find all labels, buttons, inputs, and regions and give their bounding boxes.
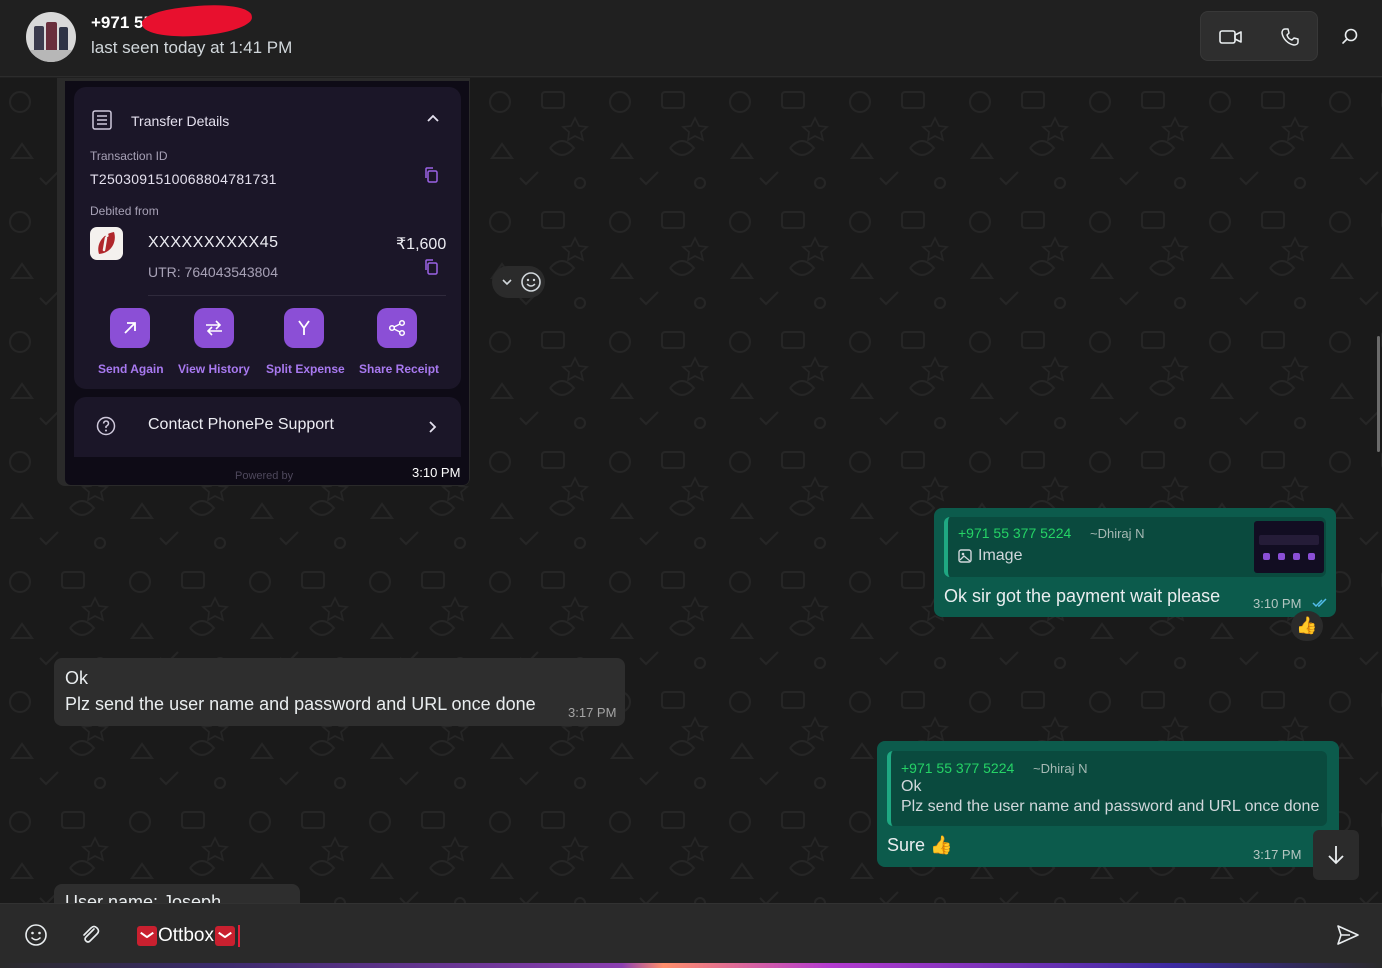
quoted-sender-number: +971 55 377 5224 — [958, 525, 1072, 541]
image-message[interactable]: Transfer Details Transaction ID T2503091… — [57, 78, 470, 486]
send-icon — [1337, 925, 1359, 945]
split-icon — [298, 320, 310, 335]
call-button-group — [1200, 11, 1318, 61]
contact-support-label: Contact PhonePe Support — [148, 416, 334, 433]
message-text: Ok sir got the payment wait please — [944, 586, 1221, 606]
message-input[interactable]: Ottbox — [136, 925, 240, 947]
transaction-id-label: Transaction ID — [90, 149, 168, 163]
redaction-mark — [140, 0, 254, 42]
incoming-message[interactable]: Ok Plz send the user name and password a… — [54, 658, 625, 726]
split-expense-action — [284, 308, 324, 348]
message-time: 3:17 PM — [1253, 847, 1302, 862]
copy-icon — [425, 167, 438, 183]
incoming-message[interactable]: User name: Joseph — [54, 884, 300, 903]
search-icon — [1342, 28, 1358, 44]
video-camera-icon — [1218, 30, 1242, 44]
message-text-line-2: Plz send the user name and password and … — [65, 694, 536, 714]
reaction-badge[interactable]: 👍 — [1291, 611, 1323, 641]
split-expense-label: Split Expense — [266, 362, 345, 376]
quoted-text-line-1: Ok — [901, 778, 922, 795]
double-check-icon — [1312, 598, 1327, 608]
message-time: 3:10 PM — [412, 465, 461, 480]
chevron-up-icon — [427, 114, 439, 122]
quoted-text-line-2: Plz send the user name and password and … — [901, 798, 1320, 815]
quoted-sender-name: ~Dhiraj N — [1090, 526, 1145, 541]
chevron-down-icon[interactable] — [502, 278, 512, 286]
scrollbar[interactable] — [1377, 336, 1380, 452]
emoji-react-icon[interactable] — [520, 271, 542, 293]
swap-arrows-icon — [206, 320, 222, 336]
transfer-details-title: Transfer Details — [131, 113, 230, 129]
message-text: User name: Joseph — [65, 892, 222, 903]
video-call-button[interactable] — [1201, 12, 1260, 62]
bank-logo-icon — [90, 227, 123, 260]
angry-emoji-icon — [137, 926, 157, 946]
voice-call-button[interactable] — [1260, 12, 1319, 62]
transfer-details-card: Transfer Details Transaction ID T2503091… — [74, 87, 461, 389]
message-time: 3:17 PM — [568, 705, 617, 720]
message-time: 3:10 PM — [1253, 596, 1302, 611]
attach-button[interactable] — [77, 922, 103, 948]
view-history-label: View History — [178, 362, 250, 376]
share-icon — [388, 319, 406, 337]
send-again-action — [110, 308, 150, 348]
taskbar-glow — [0, 963, 1382, 968]
utr-number: UTR: 764043543804 — [148, 264, 278, 280]
view-history-action — [194, 308, 234, 348]
quoted-sender-name: ~Dhiraj N — [1033, 761, 1088, 776]
quoted-sender-number: +971 55 377 5224 — [901, 760, 1015, 776]
debited-from-label: Debited from — [90, 204, 159, 218]
account-number: XXXXXXXXXX45 — [148, 234, 279, 251]
share-receipt-label: Share Receipt — [359, 362, 440, 376]
help-circle-icon — [96, 416, 116, 436]
angry-emoji-icon — [214, 926, 235, 946]
message-text-line-1: Ok — [65, 668, 89, 688]
payment-screenshot[interactable]: Transfer Details Transaction ID T2503091… — [65, 81, 469, 485]
image-icon — [958, 549, 972, 563]
scroll-to-bottom-button[interactable] — [1313, 830, 1359, 880]
contact-support-row: Contact PhonePe Support — [74, 397, 461, 457]
chat-header: +971 55 last seen today at 1:41 PM — [0, 0, 1382, 77]
message-input-text: Ottbox — [158, 925, 214, 946]
send-again-label: Send Again — [98, 362, 164, 376]
share-receipt-action — [377, 308, 417, 348]
copy-icon — [425, 259, 438, 275]
amount: ₹1,600 — [396, 236, 447, 253]
quoted-image-thumbnail — [1254, 521, 1324, 573]
quoted-message[interactable]: +971 55 377 5224 ~Dhiraj N Image — [944, 517, 1326, 577]
message-text: Sure 👍 — [887, 835, 953, 855]
send-button[interactable] — [1335, 922, 1361, 948]
paperclip-icon — [83, 925, 100, 943]
outgoing-message[interactable]: +971 55 377 5224 ~Dhiraj N Image Ok sir … — [934, 508, 1336, 617]
quoted-text: Image — [978, 547, 1023, 564]
phone-icon — [1280, 28, 1299, 46]
list-icon — [92, 110, 112, 130]
arrow-up-right-icon — [124, 322, 136, 334]
text-caret — [237, 925, 240, 947]
divider — [148, 295, 446, 296]
search-button[interactable] — [1332, 18, 1368, 54]
emoji-icon — [25, 924, 47, 946]
outgoing-message[interactable]: +971 55 377 5224 ~Dhiraj N Ok Plz send t… — [877, 741, 1339, 867]
last-seen-status: last seen today at 1:41 PM — [91, 38, 293, 57]
emoji-button[interactable] — [23, 922, 49, 948]
quoted-message[interactable]: +971 55 377 5224 ~Dhiraj N Ok Plz send t… — [887, 751, 1327, 826]
chevron-right-icon — [429, 421, 437, 433]
message-composer: Ottbox — [0, 903, 1382, 968]
message-list[interactable]: Transfer Details Transaction ID T2503091… — [0, 78, 1382, 903]
transaction-id: T2503091510068804781731 — [90, 171, 277, 187]
arrow-down-icon — [1328, 846, 1344, 865]
contact-avatar[interactable] — [26, 12, 76, 62]
powered-by-label: Powered by — [235, 470, 294, 482]
message-actions-pill — [492, 266, 545, 298]
whatsapp-window: +971 55 last seen today at 1:41 PM Trans… — [0, 0, 1382, 968]
